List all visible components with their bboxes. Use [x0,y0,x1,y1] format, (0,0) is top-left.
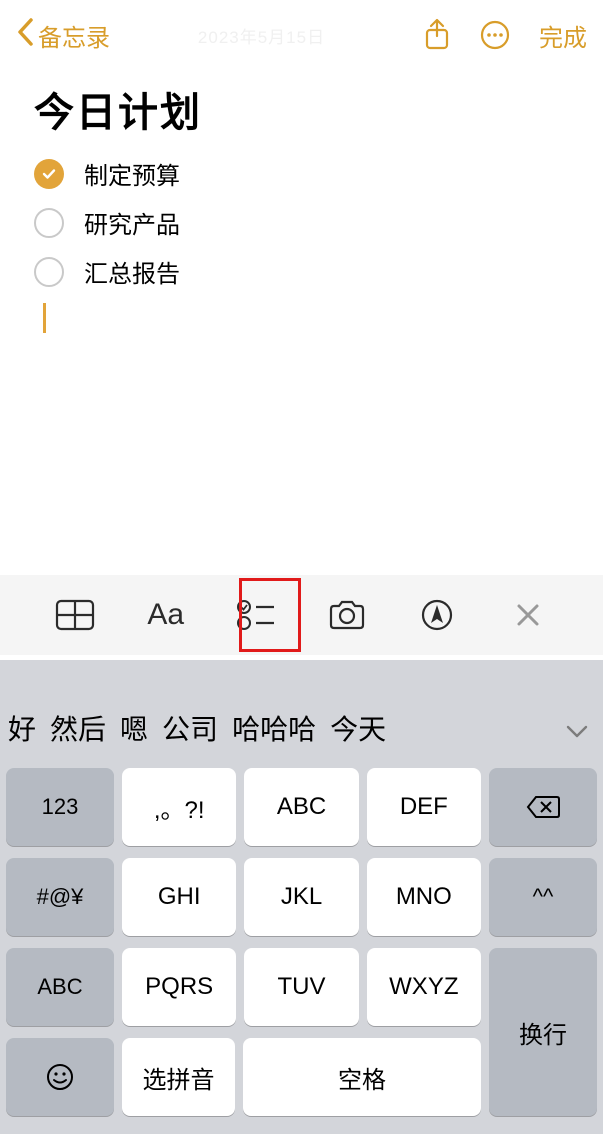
key-abc-mode[interactable]: ABC [6,948,114,1026]
close-icon [514,601,542,629]
chevron-down-icon [565,723,589,739]
suggestion[interactable]: 好 [8,708,36,748]
suggestion[interactable]: 今天 [330,708,386,748]
text-cursor [43,303,46,333]
checklist-icon [236,598,276,632]
checklist-item-text: 汇总报告 [84,254,180,289]
key-def[interactable]: DEF [367,768,481,846]
checklist-item-text: 研究产品 [84,205,180,240]
checkbox-empty-icon[interactable] [34,257,64,287]
key-wxyz[interactable]: WXYZ [367,948,481,1026]
key-emoji[interactable] [6,1038,114,1116]
note-body[interactable]: 今日计划 制定预算 研究产品 汇总报告 [0,70,603,333]
checkbox-empty-icon[interactable] [34,208,64,238]
checklist-item[interactable]: 汇总报告 [34,254,569,289]
text-format-button[interactable]: Aa [142,591,190,639]
checklist-item[interactable]: 制定预算 [34,156,569,191]
markup-icon [420,598,454,632]
key-symbols[interactable]: #@¥ [6,858,114,936]
done-button[interactable]: 完成 [539,18,587,53]
key-ghi[interactable]: GHI [122,858,236,936]
expand-suggestions-button[interactable] [565,714,589,746]
camera-icon [327,599,367,631]
suggestion-bar: 好 然后 嗯 公司 哈哈哈 今天 [0,660,603,768]
chevron-left-icon [16,17,34,53]
format-toolbar: Aa [0,575,603,655]
table-icon [55,599,95,631]
share-icon [423,18,451,52]
keyboard: 好 然后 嗯 公司 哈哈哈 今天 123 ,。?! ABC DEF #@¥ GH [0,660,603,1134]
share-button[interactable] [423,18,451,52]
key-space[interactable]: 空格 [243,1038,481,1116]
suggestion[interactable]: 哈哈哈 [232,708,316,748]
back-button[interactable]: 备忘录 [16,17,110,53]
key-enter[interactable]: 换行 [489,948,597,1116]
key-123[interactable]: 123 [6,768,114,846]
key-select-pinyin[interactable]: 选拼音 [122,1038,235,1116]
checklist-button[interactable] [232,591,280,639]
ellipsis-circle-icon [479,19,511,51]
emoji-icon [45,1062,75,1092]
checkbox-checked-icon[interactable] [34,159,64,189]
checklist-item[interactable]: 研究产品 [34,205,569,240]
key-backspace[interactable] [489,768,597,846]
key-punct[interactable]: ,。?! [122,768,236,846]
note-title: 今日计划 [34,80,569,138]
suggestion[interactable]: 公司 [162,708,218,748]
camera-button[interactable] [323,591,371,639]
key-jkl[interactable]: JKL [244,858,358,936]
key-tuv[interactable]: TUV [244,948,358,1026]
nav-bar: 备忘录 2023年5月15日 完成 [0,0,603,70]
key-pqrs[interactable]: PQRS [122,948,236,1026]
suggestion[interactable]: 然后 [50,708,106,748]
backspace-icon [526,794,560,820]
key-abc[interactable]: ABC [244,768,358,846]
key-mno[interactable]: MNO [367,858,481,936]
nav-timestamp: 2023年5月15日 [100,23,423,48]
key-kaomoji[interactable]: ^^ [489,858,597,936]
checklist-item-text: 制定预算 [84,156,180,191]
suggestion[interactable]: 嗯 [120,708,148,748]
close-keyboard-button[interactable] [504,591,552,639]
more-button[interactable] [479,19,511,51]
table-button[interactable] [51,591,99,639]
markup-button[interactable] [413,591,461,639]
